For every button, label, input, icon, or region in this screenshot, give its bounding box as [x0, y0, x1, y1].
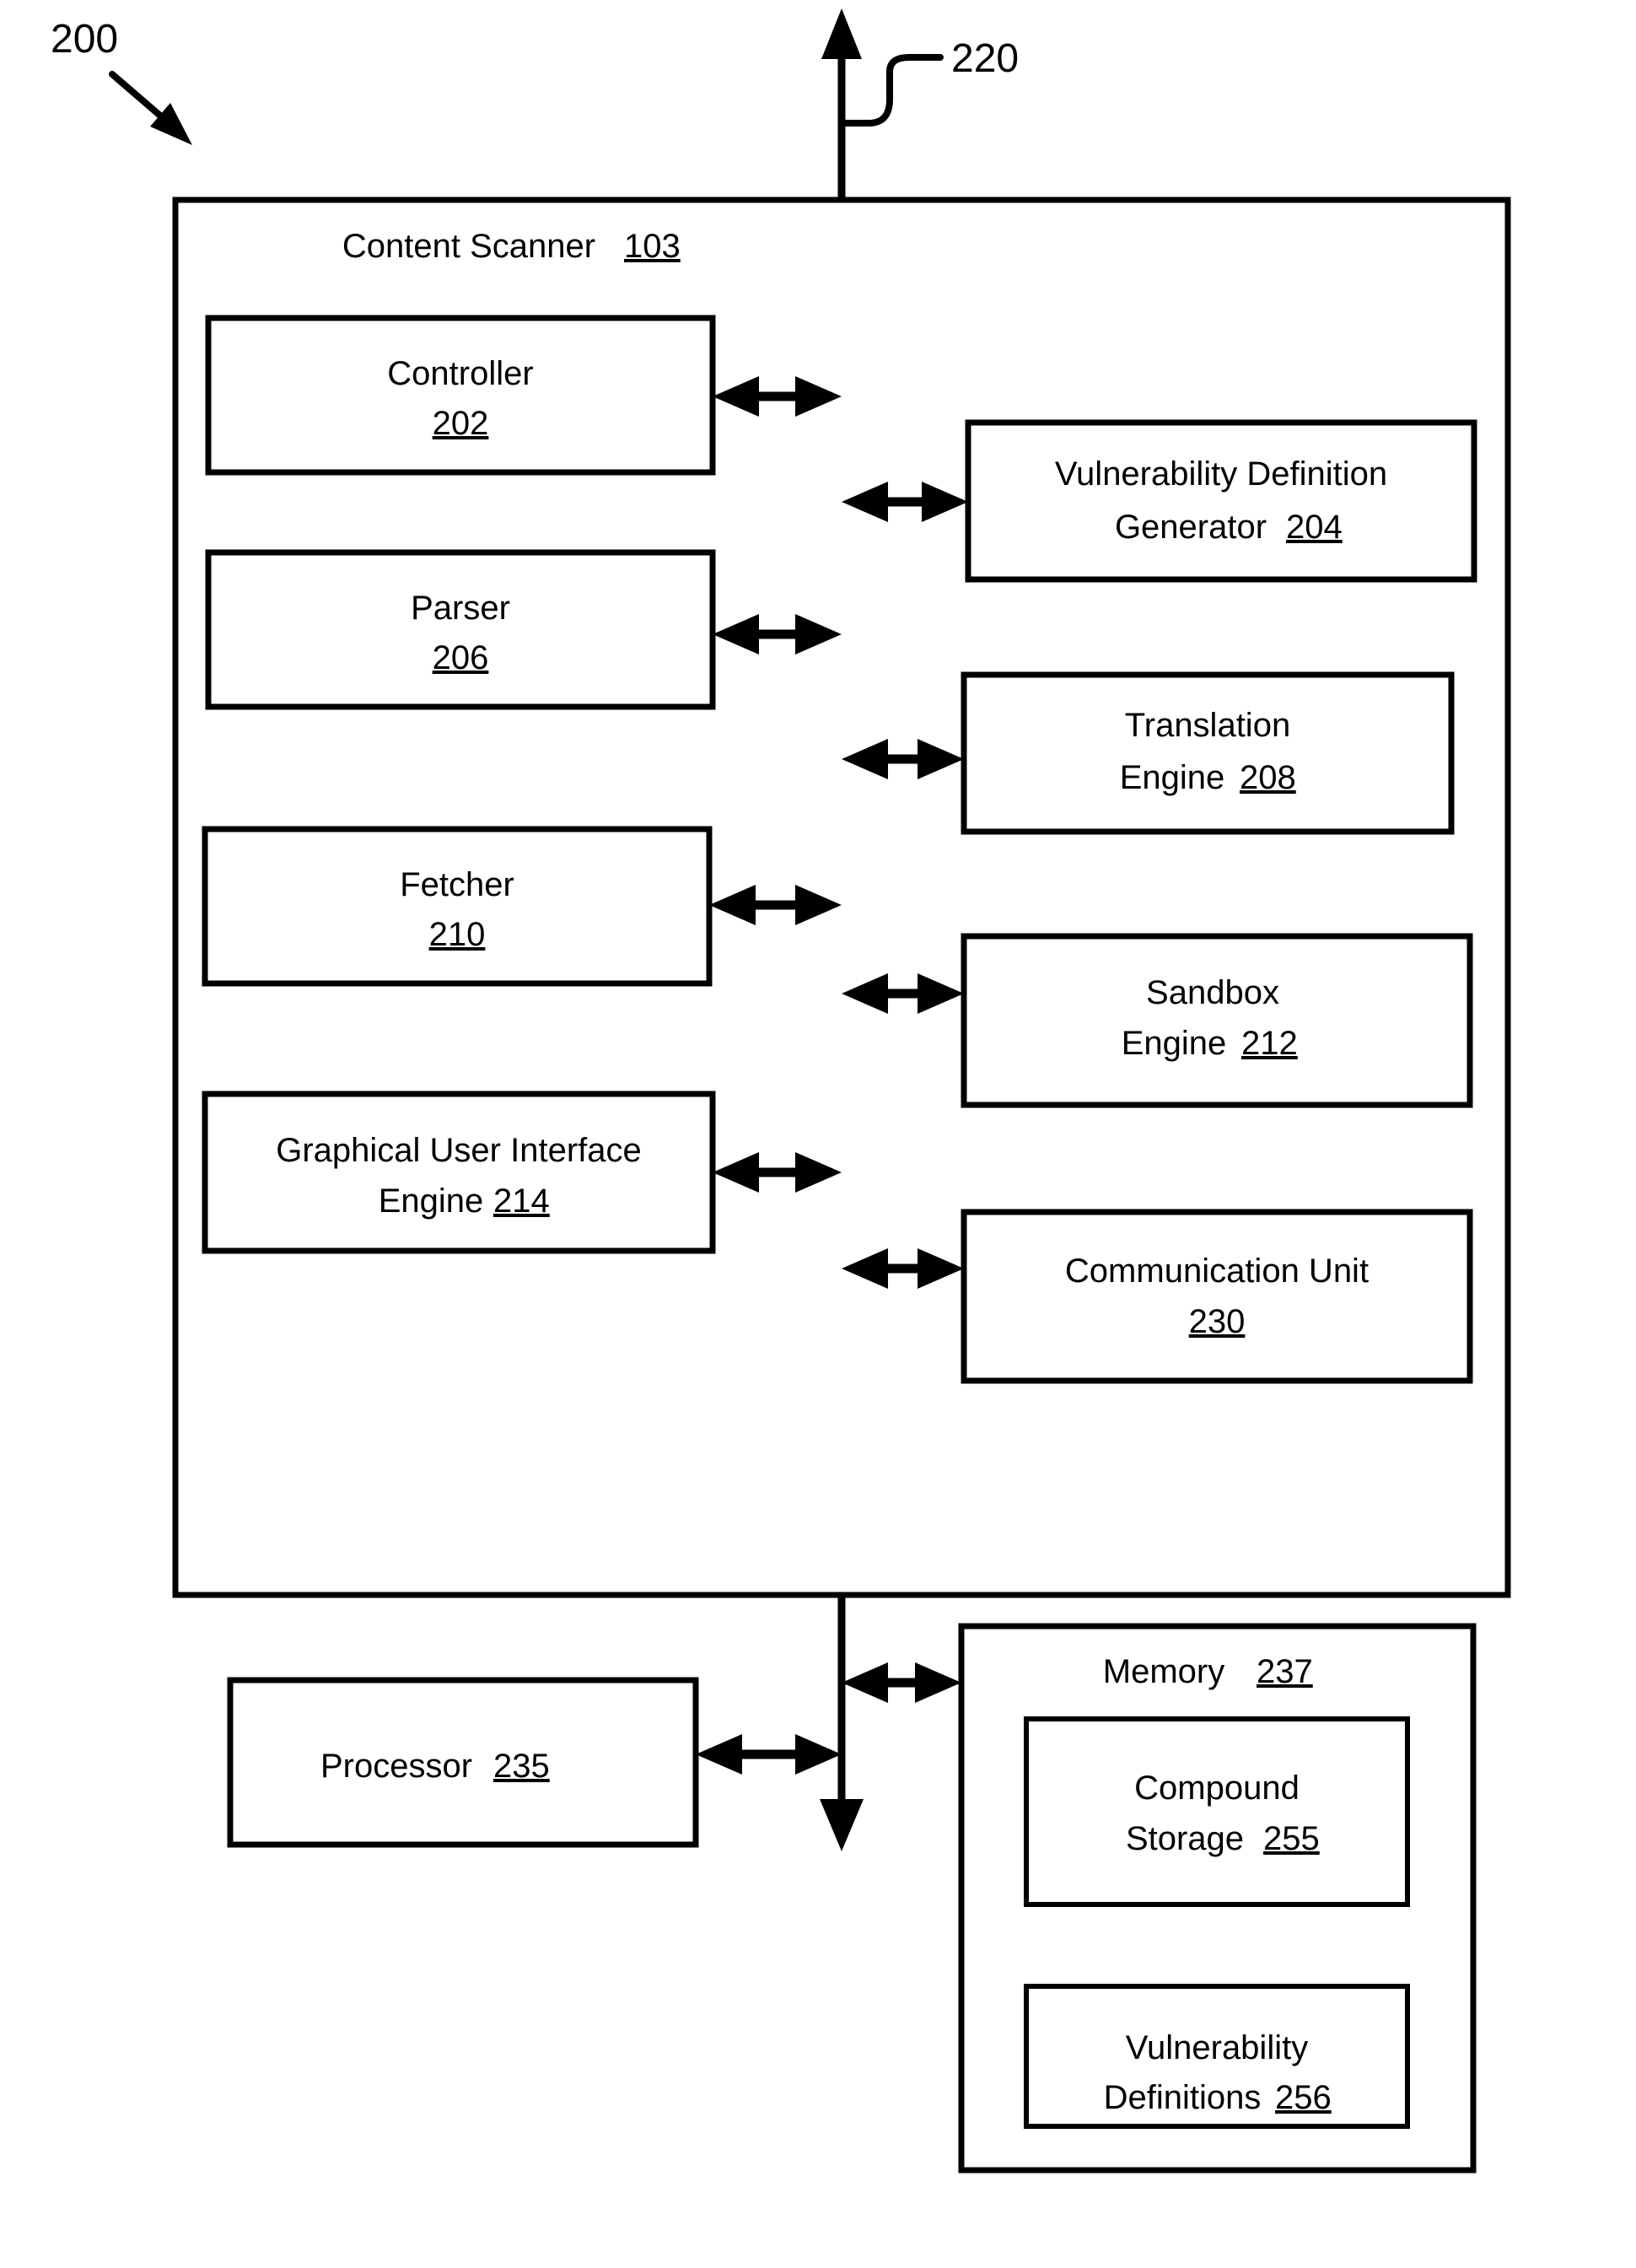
block-memory[interactable]: Memory 237 Compound Storage 255 Vulnerab… — [958, 1623, 1477, 2174]
block-translation-engine[interactable]: Translation Engine 208 — [961, 671, 1455, 835]
sandbox-engine-label-line2: Engine — [1122, 1025, 1227, 1062]
processor-arrowhead-right — [795, 1734, 842, 1775]
vulnerability-definitions-label-line2: Definitions — [1104, 2079, 1262, 2116]
processor-label: Processor — [320, 1748, 472, 1785]
fetcher-label-number: 210 — [429, 916, 486, 953]
parser-box[interactable] — [205, 549, 716, 710]
controller-box[interactable] — [205, 315, 716, 476]
controller-label-number: 202 — [433, 405, 489, 442]
parser-label-line1: Parser — [411, 590, 510, 627]
memory-arrowhead-left — [842, 1662, 888, 1703]
vdg-label-line2: Generator — [1115, 509, 1267, 546]
bus-reference-leader — [838, 54, 944, 127]
parser-label-number: 206 — [433, 639, 489, 676]
sandbox-engine-label-line1: Sandbox — [1146, 974, 1279, 1011]
block-vulnerability-definitions[interactable]: Vulnerability Definitions 256 — [1024, 1984, 1410, 2129]
block-fetcher[interactable]: Fetcher 210 — [202, 826, 713, 987]
vdg-label-line1: Vulnerability Definition — [1055, 455, 1387, 493]
translation-engine-label-number: 208 — [1240, 759, 1296, 796]
gui-engine-label-number: 214 — [493, 1182, 550, 1220]
block-diagram-canvas: 200 220 Content Scanner 103 Controller 2… — [51, 8, 1511, 2174]
bus-bottom-arrowhead — [820, 1799, 864, 1851]
memory-number: 237 — [1257, 1653, 1313, 1690]
content-scanner-title-number: 103 — [624, 228, 681, 265]
processor-number: 235 — [493, 1748, 550, 1785]
memory-arrowhead-right — [915, 1662, 961, 1703]
fetcher-box[interactable] — [202, 826, 713, 987]
vulnerability-definitions-number: 256 — [1275, 2079, 1332, 2116]
controller-label-line1: Controller — [387, 355, 533, 392]
bus-top-arrowhead — [821, 8, 862, 59]
block-gui-engine[interactable]: Graphical User Interface Engine 214 — [202, 1091, 716, 1254]
gui-engine-label-line2: Engine — [379, 1182, 484, 1220]
gui-engine-box[interactable] — [202, 1091, 716, 1254]
communication-unit-label-line1: Communication Unit — [1065, 1253, 1369, 1290]
sandbox-engine-box[interactable] — [961, 933, 1473, 1108]
communication-unit-box[interactable] — [961, 1209, 1473, 1384]
vulnerability-definitions-label-line1: Vulnerability — [1126, 2029, 1308, 2066]
block-communication-unit[interactable]: Communication Unit 230 — [961, 1209, 1473, 1384]
content-scanner-title: Content Scanner 103 — [342, 228, 681, 265]
communication-unit-label-number: 230 — [1189, 1303, 1246, 1340]
figure-reference-label: 200 — [51, 17, 118, 62]
sandbox-engine-label-number: 212 — [1241, 1025, 1298, 1062]
processor-arrowhead-left — [696, 1734, 742, 1775]
gui-engine-label-line1: Graphical User Interface — [276, 1132, 642, 1169]
block-parser[interactable]: Parser 206 — [205, 549, 716, 710]
block-compound-storage[interactable]: Compound Storage 255 — [1024, 1716, 1410, 1907]
compound-storage-label-line2: Storage — [1126, 1820, 1244, 1857]
translation-engine-label-line1: Translation — [1125, 707, 1290, 744]
figure-reference-callout: 200 — [51, 17, 192, 145]
connector-memory-bus — [842, 1662, 961, 1703]
block-processor[interactable]: Processor 235 — [227, 1677, 699, 1848]
compound-storage-number: 255 — [1263, 1820, 1320, 1857]
block-controller[interactable]: Controller 202 — [205, 315, 716, 476]
block-sandbox-engine[interactable]: Sandbox Engine 212 — [961, 933, 1473, 1108]
content-scanner-title-text: Content Scanner — [342, 228, 595, 265]
compound-storage-box[interactable] — [1024, 1716, 1410, 1907]
memory-label: Memory — [1103, 1653, 1224, 1690]
translation-engine-label-line2: Engine — [1120, 759, 1225, 796]
vdg-label-number: 204 — [1286, 509, 1343, 546]
compound-storage-label-line1: Compound — [1134, 1770, 1300, 1807]
translation-engine-box[interactable] — [961, 671, 1455, 835]
patent-figure: 200 220 Content Scanner 103 Controller 2… — [0, 0, 1636, 2268]
block-vulnerability-definition-generator[interactable]: Vulnerability Definition Generator 204 — [965, 419, 1477, 583]
bus-reference-label: 220 — [951, 36, 1019, 81]
connector-processor-bus — [696, 1734, 842, 1775]
fetcher-label-line1: Fetcher — [400, 866, 514, 903]
vulnerability-definition-generator-box[interactable] — [965, 419, 1477, 583]
